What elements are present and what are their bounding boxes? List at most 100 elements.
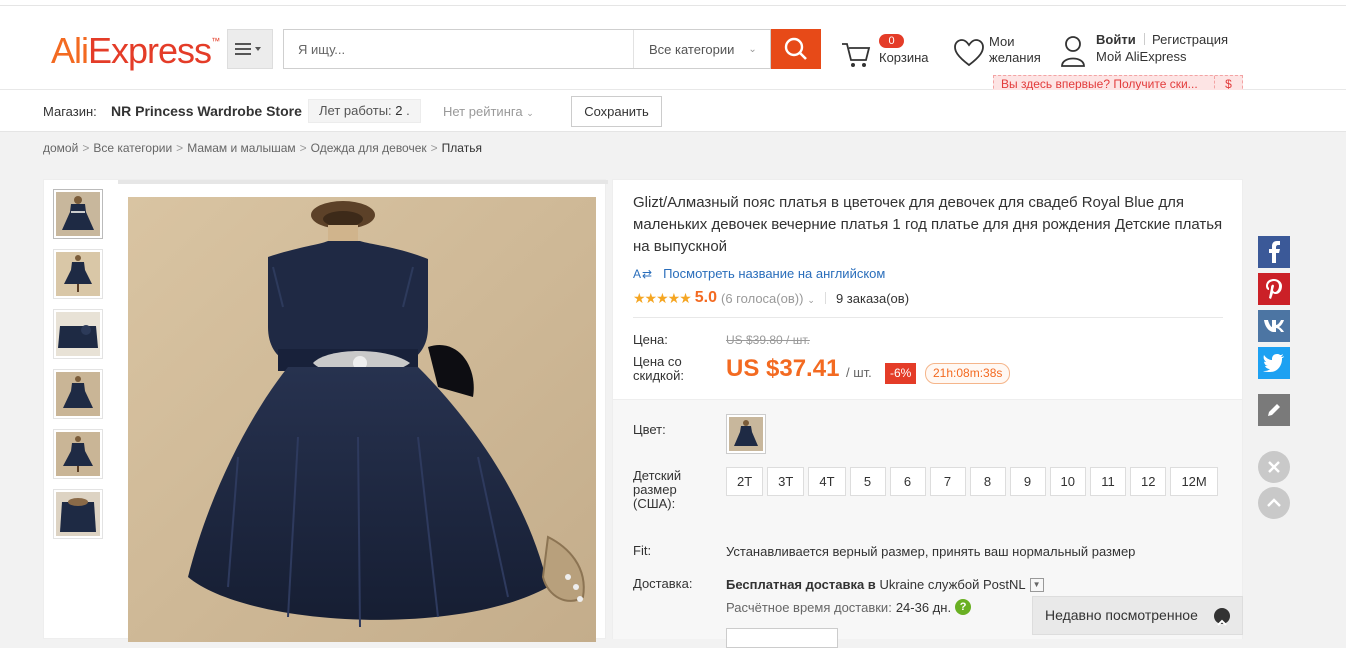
my-aliexpress-link[interactable]: Мой AliExpress [1096,49,1187,64]
color-label: Цвет: [633,422,666,437]
product-info-panel: Glizt/Алмазный пояс платья в цветочек дл… [612,179,1243,648]
countdown-timer: 21h:08m:38s [925,363,1011,384]
breadcrumb-item-girls-clothing[interactable]: Одежда для девочек [311,141,427,155]
twitter-share-button[interactable] [1258,347,1290,379]
breadcrumb-item-home[interactable]: домой [43,141,78,155]
cart-count-badge: 0 [879,34,904,48]
facebook-share-button[interactable] [1258,236,1290,268]
dress-image [128,197,596,642]
store-rating-dropdown[interactable]: Нет рейтинга ⌄ [443,104,534,119]
divider [633,317,1223,318]
account-area: Войти Регистрация Мой AliExpress [1060,32,1260,72]
delivery-time: Расчётное время доставки: 24-36 дн. ? [726,599,972,615]
size-option-12m[interactable]: 12M [1170,467,1218,496]
translate-title-link[interactable]: A⇄ Посмотреть название на английском [633,266,885,281]
store-label: Магазин: [43,104,97,119]
main-product-image[interactable] [128,197,596,642]
product-title: Glizt/Алмазный пояс платья в цветочек дл… [633,194,1223,255]
size-option-9[interactable]: 9 [1009,467,1046,496]
cart-link[interactable]: 0 Корзина [840,34,940,74]
fit-text: Устанавливается верный размер, принять в… [726,544,1136,559]
size-option-11[interactable]: 11 [1089,467,1126,496]
close-icon [1268,461,1280,473]
shipping-method: Бесплатная доставка в Ukraine службой Po… [726,577,1044,592]
pinterest-share-button[interactable] [1258,273,1290,305]
size-list: 2T 3T 4T 5 6 7 8 9 10 11 12 12M [726,467,1226,502]
size-option-3t[interactable]: 3T [767,467,805,496]
store-years-badge: Лет работы: 2 . [308,99,421,123]
chevron-down-icon: ⌄ [807,294,815,305]
size-option-6[interactable]: 6 [889,467,926,496]
user-icon [1061,36,1085,67]
shipping-dropdown[interactable]: ▼ [1029,577,1044,592]
chevron-down-icon: ⌄ [748,43,757,55]
rating-score: 5.0 [694,289,718,306]
recently-viewed-bar[interactable]: Недавно посмотренное [1032,596,1243,635]
edit-button[interactable] [1258,394,1290,426]
category-menu-button[interactable] [227,29,273,69]
search-category-select[interactable]: Все категории ⌄ [633,30,771,68]
thumbnail-3[interactable] [53,309,103,359]
close-button[interactable] [1258,451,1290,483]
login-link[interactable]: Войти [1096,32,1136,47]
save-store-button[interactable]: Сохранить [571,96,662,127]
fit-label: Fit: [633,543,652,558]
size-option-12[interactable]: 12 [1129,467,1167,496]
size-label: Детский размер (США): [633,468,682,511]
size-option-5[interactable]: 5 [849,467,886,496]
votes-dropdown[interactable]: (6 голоса(ов)) ⌄ [721,291,815,306]
translate-icon: A⇄ [633,266,654,281]
wishlist-line2: желания [989,50,1041,65]
vk-icon [1264,320,1284,332]
original-price: US $39.80 / шт. [726,333,810,347]
wishlist-link[interactable]: Мои желания [953,34,1053,74]
breadcrumb-item-dresses: Платья [441,141,482,155]
facebook-icon [1269,241,1280,263]
cart-icon [842,43,871,67]
scroll-top-button[interactable] [1258,487,1290,519]
size-option-2t[interactable]: 2T [726,467,764,496]
gallery-topline [118,180,608,184]
site-header: AliExpress™ Все категории ⌄ 0 Корзина [0,6,1346,94]
size-option-8[interactable]: 8 [969,467,1006,496]
search-icon [784,37,807,60]
edit-icon [1268,404,1280,416]
thumbnail-1[interactable] [53,189,103,239]
product-gallery [43,179,608,642]
expand-icon [1214,608,1230,626]
wishlist-line1: Мои [989,34,1015,49]
thumbnail-5[interactable] [53,429,103,479]
size-option-7[interactable]: 7 [929,467,966,496]
thumbnail-6[interactable] [53,489,103,539]
rating-divider [824,292,826,304]
aliexpress-logo[interactable]: AliExpress™ [51,30,220,72]
breadcrumb-item-moms-babies[interactable]: Мамам и малышам [187,141,295,155]
help-icon[interactable]: ? [955,599,972,615]
breadcrumb-item-all-categories[interactable]: Все категории [93,141,172,155]
discount-badge: -6% [885,363,917,384]
rating-row: ★★★★★ 5.0 (6 голоса(ов)) ⌄ 9 заказа(ов) [633,289,909,307]
thumbnail-list [53,189,105,549]
register-link[interactable]: Регистрация [1152,32,1228,47]
rating-stars: ★★★★★ [633,289,692,306]
sale-price-label: Цена со скидкой: [633,354,684,383]
sale-price: US $37.41 [726,355,840,382]
orders-count: 9 заказа(ов) [835,290,910,306]
size-option-10[interactable]: 10 [1049,467,1086,496]
vk-share-button[interactable] [1258,310,1290,342]
heart-icon [954,39,984,67]
store-name-link[interactable]: NR Princess Wardrobe Store [111,103,302,119]
thumbnail-2[interactable] [53,249,103,299]
store-bar: Магазин: NR Princess Wardrobe Store Лет … [0,90,1346,132]
thumbnail-4[interactable] [53,369,103,419]
search-button[interactable] [771,29,821,69]
search-input[interactable] [284,30,632,68]
shipping-label: Доставка: [633,576,693,591]
search-box: Все категории ⌄ [283,29,771,69]
twitter-icon [1263,354,1284,372]
color-swatch[interactable] [726,414,766,454]
quantity-stepper[interactable] [726,628,838,648]
price-label: Цена: [633,332,668,347]
chevron-up-icon [1267,498,1281,507]
size-option-4t[interactable]: 4T [808,467,846,496]
